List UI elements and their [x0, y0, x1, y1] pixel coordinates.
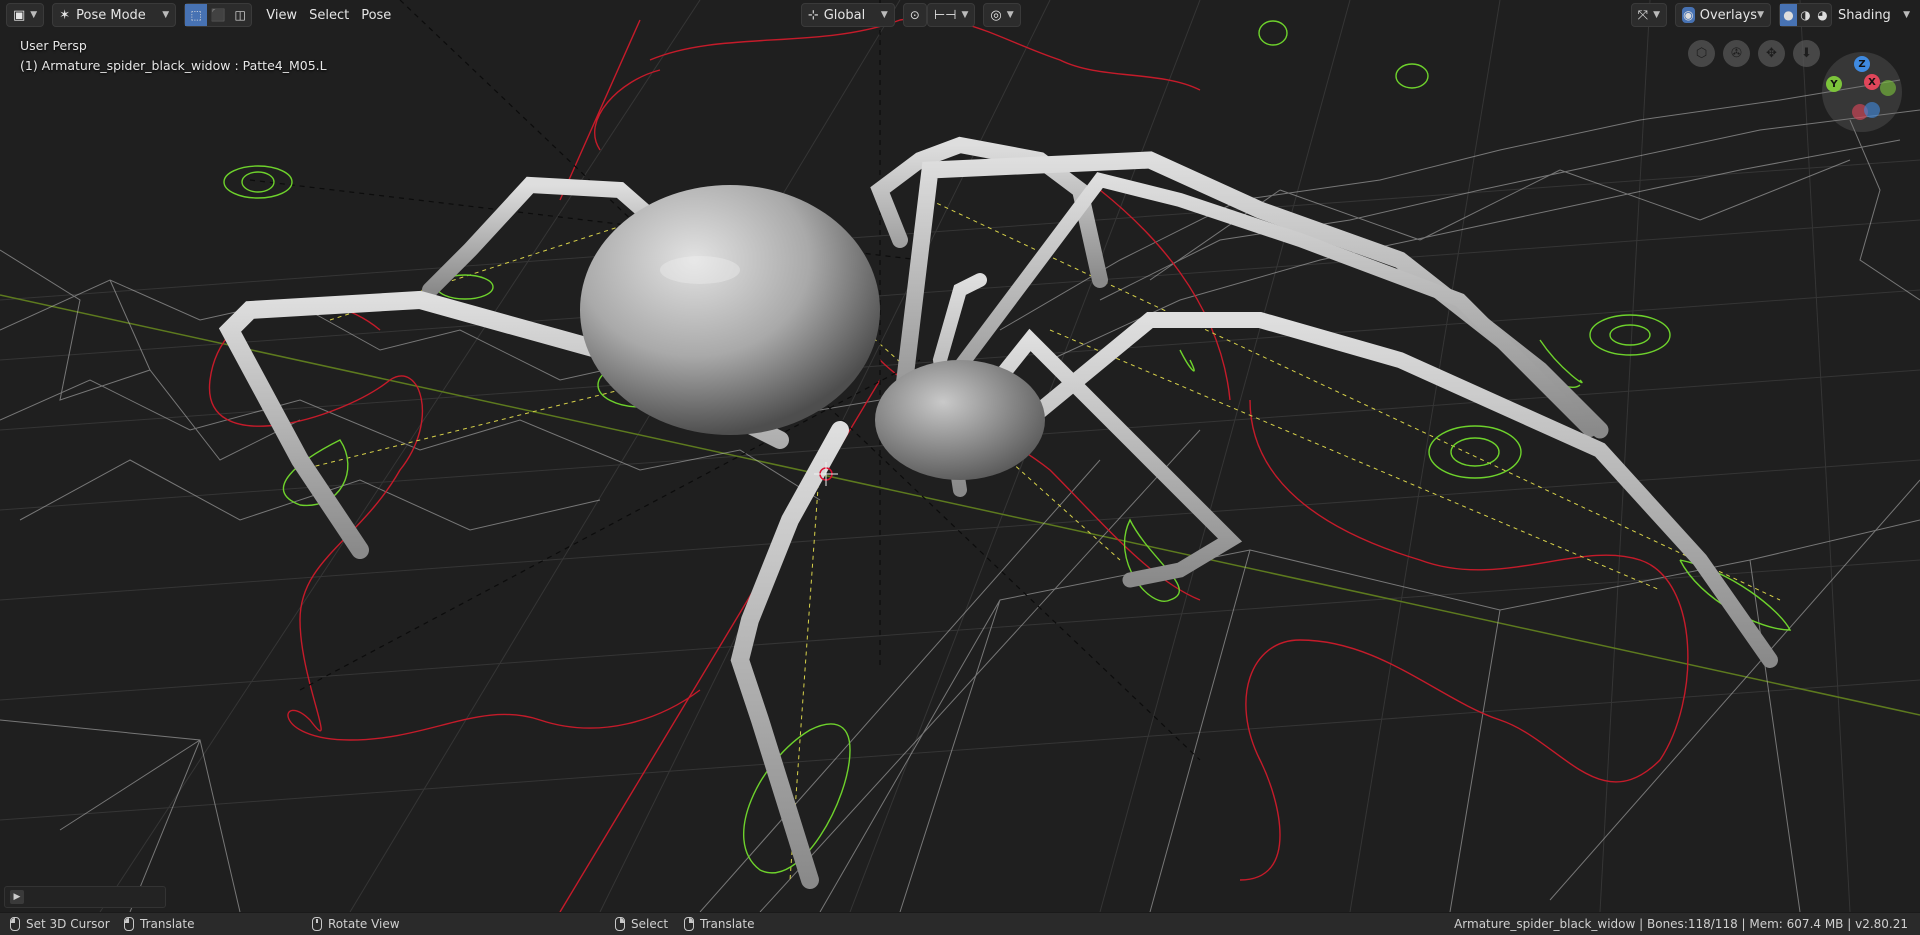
scene-render: [0, 0, 1920, 912]
select-box-icon[interactable]: ⬚: [185, 4, 208, 26]
snap-dropdown[interactable]: ⊢⊣ ▼: [926, 3, 976, 27]
shading-dropdown[interactable]: Shading ▼: [1832, 4, 1916, 26]
pose-mode-icon: ✶: [59, 7, 71, 23]
gizmo-icon: ⤧: [1637, 7, 1649, 23]
mouse-middle-icon: [312, 917, 322, 931]
3d-viewport[interactable]: ▣ ▼ ✶ Pose Mode ▼ ⬚ ⬛ ◫ View Select Pose …: [0, 0, 1920, 912]
editor-type-button[interactable]: ▣ ▼: [6, 3, 45, 27]
hint-left-click: Set 3D Cursor: [10, 917, 110, 931]
active-object-info: (1) Armature_spider_black_widow : Patte4…: [20, 58, 327, 73]
mode-dropdown[interactable]: ✶ Pose Mode ▼: [52, 3, 177, 27]
spider-model: [218, 136, 1778, 889]
mouse-right-drag-icon: [684, 917, 694, 931]
axis-z[interactable]: Z: [1854, 56, 1870, 72]
orientation-label: Global: [823, 7, 866, 23]
proportional-edit-icon: ◎: [990, 7, 1002, 23]
mouse-left-icon: [10, 917, 20, 931]
chevron-down-icon: ▼: [880, 10, 888, 20]
3d-viewport-icon: ▣: [13, 7, 26, 23]
view-name: User Persp: [20, 38, 87, 53]
play-icon[interactable]: ▶: [10, 890, 24, 904]
rendered-shading-icon[interactable]: ◕: [1814, 4, 1831, 26]
pivot-icon[interactable]: ⊙: [902, 3, 927, 27]
orientation-gizmo[interactable]: Z Y X: [1822, 52, 1902, 132]
axis-neg-y[interactable]: [1880, 80, 1896, 96]
overlays-label: Overlays: [1699, 7, 1758, 23]
gizmo-dropdown[interactable]: ⤧ ▼: [1630, 3, 1667, 27]
overlays-dropdown[interactable]: ◉ Overlays ▼: [1675, 3, 1771, 27]
hint-left-click-label: Set 3D Cursor: [26, 917, 110, 931]
hint-select-label: Select: [631, 917, 669, 931]
spider-cephalothorax: [875, 360, 1045, 480]
chevron-down-icon: ▼: [961, 10, 969, 20]
transform-orientation-dropdown[interactable]: ⊹ Global ▼: [800, 3, 895, 27]
spider-abdomen: [580, 185, 880, 435]
viewport-info: User Persp (1) Armature_spider_black_wid…: [20, 36, 327, 76]
camera-view-icon[interactable]: ✇: [1723, 40, 1750, 67]
chevron-down-icon: ▼: [162, 10, 170, 20]
shading-mode-group: ● ◑ ◕: [1779, 3, 1832, 27]
hint-select-drag: Translate: [684, 917, 755, 931]
mode-label: Pose Mode: [76, 7, 146, 23]
chevron-down-icon: ▼: [30, 10, 38, 20]
timeline-region[interactable]: [4, 886, 166, 908]
hint-select: Select: [615, 917, 668, 931]
mouse-right-icon: [615, 917, 625, 931]
viewport-header: ▣ ▼ ✶ Pose Mode ▼ ⬚ ⬛ ◫ View Select Pose …: [0, 0, 1920, 30]
mouse-drag-icon: [124, 917, 134, 931]
axis-y[interactable]: Y: [1826, 76, 1842, 92]
snap-icon: ⊢⊣: [933, 7, 957, 23]
chevron-down-icon: ▼: [1757, 10, 1764, 20]
hint-left-drag: Translate: [124, 917, 195, 931]
navigation-buttons: ⬡ ✇ ✥ ⬇: [1688, 40, 1820, 67]
hint-left-drag-label: Translate: [140, 917, 195, 931]
orientation-icon: ⊹: [807, 7, 819, 23]
chevron-down-icon: ▼: [1006, 10, 1014, 20]
select-mode-group: ⬚ ⬛ ◫: [184, 3, 253, 27]
hint-middle: Rotate View: [312, 917, 400, 931]
menu-select[interactable]: Select: [303, 4, 355, 26]
menu-pose[interactable]: Pose: [355, 4, 397, 26]
zoom-view-icon[interactable]: ⬇: [1793, 40, 1820, 67]
chevron-down-icon: ▼: [1903, 10, 1910, 20]
menu-view[interactable]: View: [260, 4, 303, 26]
hint-select-drag-label: Translate: [700, 917, 755, 931]
solid-shading-icon[interactable]: ●: [1780, 4, 1797, 26]
chevron-down-icon: ▼: [1653, 10, 1660, 20]
axis-neg-z[interactable]: [1864, 102, 1880, 118]
scene-statistics: Armature_spider_black_widow | Bones:118/…: [1454, 917, 1908, 931]
proportional-edit-dropdown[interactable]: ◎ ▼: [983, 3, 1021, 27]
hint-middle-label: Rotate View: [328, 917, 400, 931]
move-view-icon[interactable]: ✥: [1758, 40, 1785, 67]
perspective-toggle-icon[interactable]: ⬡: [1688, 40, 1715, 67]
overlays-icon: ◉: [1682, 7, 1695, 23]
shading-label: Shading: [1838, 7, 1891, 23]
axis-x[interactable]: X: [1864, 74, 1880, 90]
material-shading-icon[interactable]: ◑: [1797, 4, 1814, 26]
select-subtract-icon[interactable]: ◫: [229, 4, 251, 26]
select-extend-icon[interactable]: ⬛: [207, 4, 229, 26]
status-bar: Set 3D Cursor Translate Rotate View Sele…: [0, 912, 1920, 935]
